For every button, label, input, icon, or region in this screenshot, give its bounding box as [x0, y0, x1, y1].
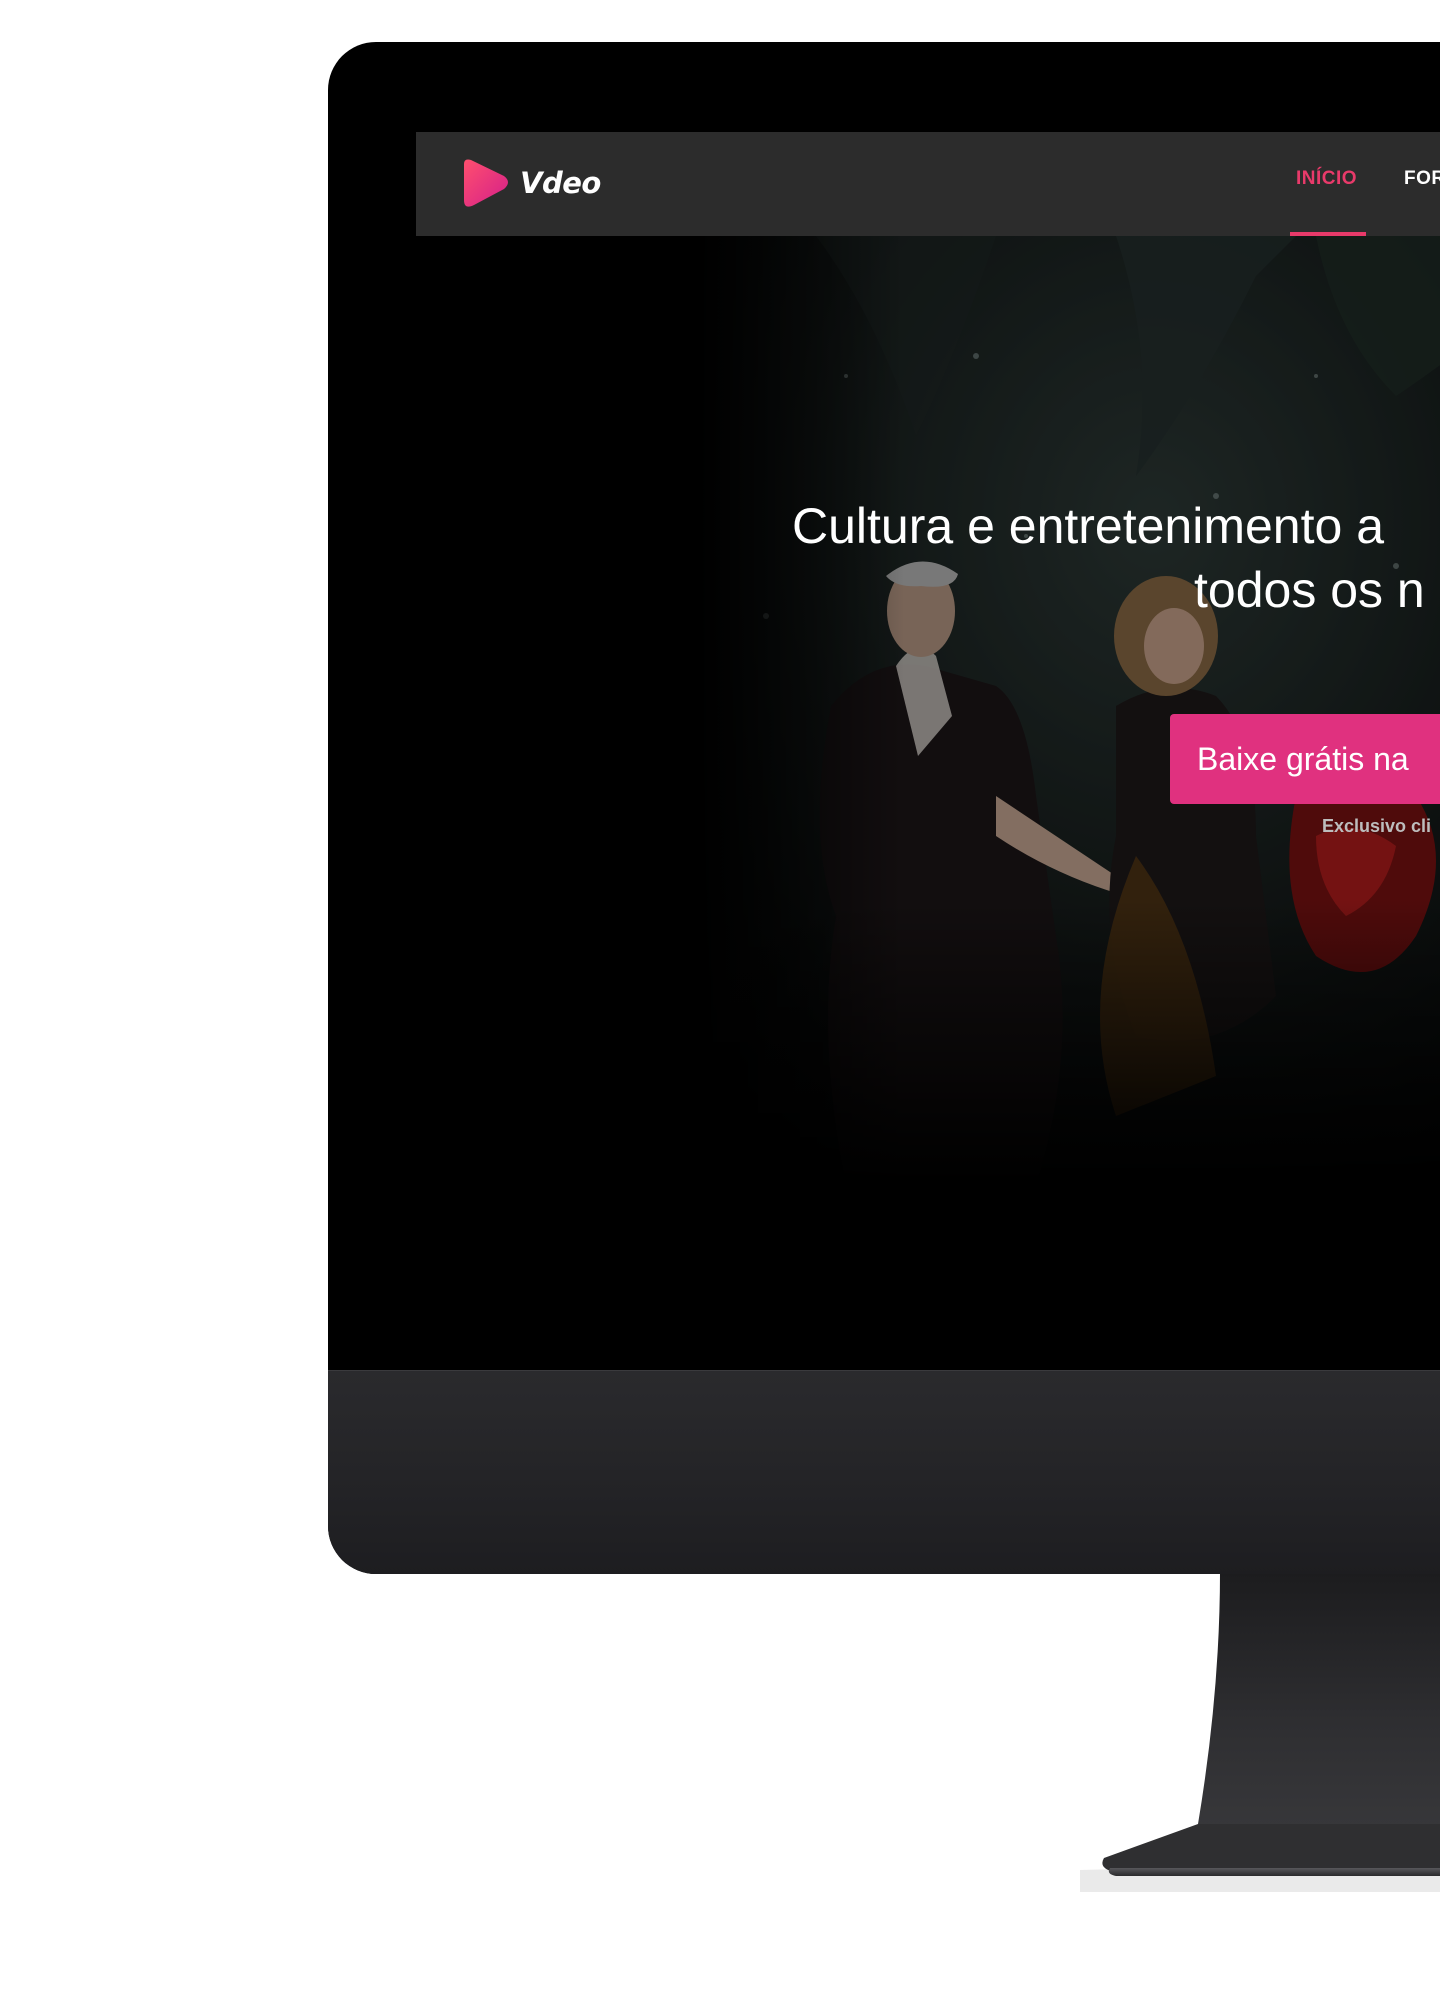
hero-background-image: [696, 236, 1440, 1184]
monitor-frame: Vdeo INÍCIO FOR Cultura e entretenimento…: [328, 42, 1440, 1574]
hero-headline-line2: todos os n: [1194, 562, 1425, 618]
hero-headline-line1: Cultura e entretenimento a: [792, 498, 1385, 554]
top-navbar: Vdeo INÍCIO FOR: [416, 132, 1440, 236]
nav-item-next[interactable]: FOR: [1404, 168, 1440, 190]
hero-section: Cultura e entretenimento a todos os n Ba…: [416, 236, 1440, 1184]
brand-logo[interactable]: Vdeo: [458, 158, 601, 208]
nav-item-inicio[interactable]: INÍCIO: [1296, 168, 1357, 190]
monitor-chin: [328, 1370, 1440, 1574]
download-cta-button[interactable]: Baixe grátis na: [1170, 714, 1440, 804]
brand-name: Vdeo: [520, 166, 601, 200]
hero-headline: Cultura e entretenimento a todos os n: [792, 494, 1440, 622]
mockup-stage: Vdeo INÍCIO FOR Cultura e entretenimento…: [0, 0, 1440, 2000]
monitor-stand: [1080, 1572, 1440, 1892]
cta-disclaimer: Exclusivo cli: [1322, 816, 1432, 836]
play-logo-icon: [464, 159, 508, 207]
website-screen: Vdeo INÍCIO FOR Cultura e entretenimento…: [416, 132, 1440, 1370]
